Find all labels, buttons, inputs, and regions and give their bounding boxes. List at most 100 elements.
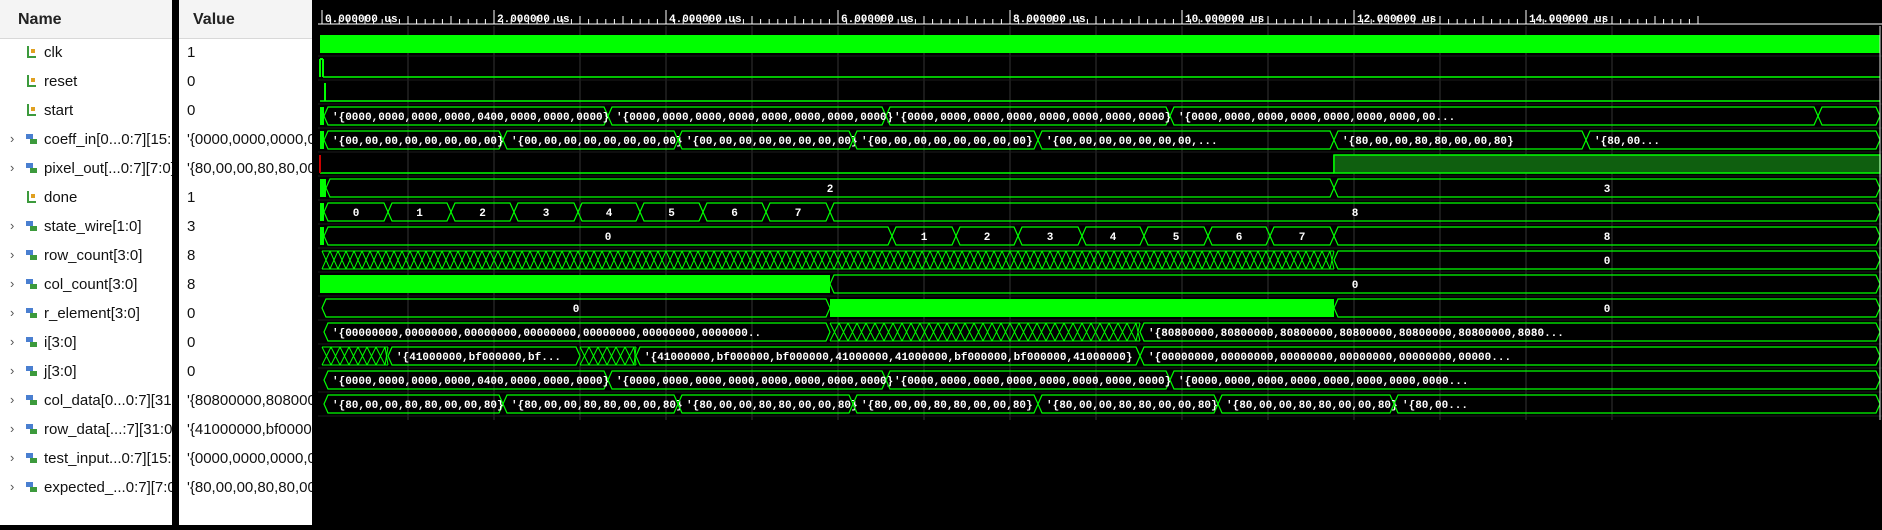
waveform-area[interactable]: 0.000000 us 2.000000 us 4.000000 us 6.00000…: [318, 0, 1882, 525]
signal-row[interactable]: › pixel_out[...0:7][7:0]: [0, 155, 175, 184]
bus-value-label: 8: [1352, 208, 1359, 220]
bus-value-label: 2: [827, 184, 834, 196]
bus-signal-icon: [26, 337, 37, 347]
expand-chevron-icon[interactable]: ›: [10, 218, 14, 233]
expand-chevron-icon[interactable]: ›: [10, 131, 14, 146]
name-column-header[interactable]: Name: [0, 0, 172, 39]
signal-value-row[interactable]: '{41000000,bf000000,bf000000,41000000,41…: [179, 416, 312, 445]
signal-value-row[interactable]: 1: [179, 39, 312, 68]
signal-value-row[interactable]: 0: [179, 68, 312, 97]
expand-chevron-icon[interactable]: ›: [10, 479, 14, 494]
signal-value-row[interactable]: 1: [179, 184, 312, 213]
expand-chevron-icon[interactable]: ›: [10, 305, 14, 320]
bus-value-label: '{41000000,bf000000,bf...: [396, 352, 561, 364]
bus-value-label: 1: [416, 208, 423, 220]
signal-name: r_element[3:0]: [44, 305, 140, 322]
signal-name: row_count[3:0]: [44, 247, 143, 264]
bus-signal-icon: [26, 453, 37, 463]
bus-signal-icon: [26, 250, 37, 260]
signal-row[interactable]: start: [0, 97, 172, 126]
bus-value-label: '{0000,0000,0000,0000,0000,0000,0000,000…: [894, 376, 1171, 388]
expand-chevron-icon[interactable]: ›: [10, 334, 14, 349]
waveform-canvas[interactable]: 0.000000 us 2.000000 us 4.000000 us 6.00000…: [318, 0, 1882, 525]
bus-value-label: '{80,00,00,80,80,00,00,80}: [1226, 400, 1398, 412]
signal-row[interactable]: clk: [0, 39, 172, 68]
signal-value-row[interactable]: '{0000,0000,0000,0000,0400,0000,0000,000…: [179, 445, 312, 474]
signal-value-row[interactable]: '{80,00,00,80,80,00,00,80}: [179, 155, 312, 184]
expand-chevron-icon[interactable]: ›: [10, 247, 14, 262]
bus-dense-block: [320, 275, 830, 293]
bus-value-label: 4: [606, 208, 613, 220]
signal-row[interactable]: › coeff_in[0...0:7][15:0]: [0, 126, 184, 155]
expand-chevron-icon[interactable]: ›: [10, 363, 14, 378]
timeline-label: 8.000000 us: [1013, 14, 1086, 26]
expand-chevron-icon[interactable]: ›: [10, 421, 14, 436]
bus-value-label: 0: [1604, 304, 1611, 316]
bus-value-label: '{80,00...: [1402, 400, 1468, 412]
bus-value-label: 3: [543, 208, 550, 220]
clock-waveform: [320, 35, 1880, 53]
expand-chevron-icon[interactable]: ›: [10, 160, 14, 175]
signal-value-row[interactable]: 8: [179, 242, 312, 271]
bus-signal-icon: [26, 308, 37, 318]
signal-value-row[interactable]: 0: [179, 329, 312, 358]
value-column-header[interactable]: Value: [179, 0, 312, 39]
bus-value-label: '{41000000,bf000000,bf000000,41000000,41…: [644, 352, 1132, 364]
signal-row[interactable]: › row_data[...:7][31:0]: [0, 416, 177, 445]
signal-row[interactable]: › col_count[3:0]: [0, 271, 172, 300]
name-column: Name clk reset start › coeff_in[0...0:7][15:…: [0, 0, 188, 525]
signal-value-row[interactable]: '{80,00,00,80,80,00,00,80}: [179, 474, 312, 503]
signal-value-row[interactable]: '{0000,0000,0000,0000,0400,0000,0000,000…: [179, 126, 312, 155]
bus-signal-icon: [26, 395, 37, 405]
signal-value: 8: [187, 247, 196, 264]
bus-value-label: '{0000,0000,0000,0000,0000,0000,0000,000…: [616, 112, 893, 124]
signal-name: coeff_in[0...0:7][15:0]: [44, 131, 184, 148]
signal-row[interactable]: reset: [0, 68, 172, 97]
signal-row[interactable]: › test_input...0:7][15:0]: [0, 445, 184, 474]
signal-value-row[interactable]: 8: [179, 271, 312, 300]
signal-value-row[interactable]: '{80800000,80800000,80800000,80800000,80…: [179, 387, 312, 416]
signal-row[interactable]: › j[3:0]: [0, 358, 172, 387]
signal-row[interactable]: › i[3:0]: [0, 329, 172, 358]
bus-signal-icon: [26, 134, 37, 144]
signal-row[interactable]: done: [0, 184, 172, 213]
bus-value-label: '{80800000,80800000,80800000,80800000,80…: [1148, 328, 1564, 340]
signal-row[interactable]: › col_data[0...0:7][31:0]: [0, 387, 188, 416]
signal-row[interactable]: › r_element[3:0]: [0, 300, 172, 329]
bus-value-label: '{0000,0000,0000,0000,0400,0000,0000,000…: [332, 376, 609, 388]
expand-chevron-icon[interactable]: ›: [10, 276, 14, 291]
bus-value-label: '{0000,0000,0000,0000,0000,0000,0000,00.…: [1178, 112, 1455, 124]
bus-value-label: '{80,00...: [1594, 136, 1660, 148]
bus-value-label: 5: [1173, 232, 1180, 244]
expand-chevron-icon[interactable]: ›: [10, 392, 14, 407]
signal-value: 0: [187, 363, 196, 380]
signal-row[interactable]: › state_wire[1:0]: [0, 213, 172, 242]
signal-name: state_wire[1:0]: [44, 218, 142, 235]
signal-value-row[interactable]: 0: [179, 97, 312, 126]
bit-signal-icon: [27, 191, 36, 203]
timeline-label: 0.000000 us: [325, 14, 398, 26]
bus-value-label: '{80,00,00,80,80,00,00,80}: [332, 400, 504, 412]
bus-dense-transitions: [321, 346, 389, 366]
signal-name-list: clk reset start › coeff_in[0...0:7][15:0] › pi…: [0, 39, 188, 503]
bus-value-label: 3: [1604, 184, 1611, 196]
signal-value-row[interactable]: 3: [179, 213, 312, 242]
signal-name: row_data[...:7][31:0]: [44, 421, 177, 438]
signal-value-row[interactable]: 0: [179, 300, 312, 329]
expand-chevron-icon[interactable]: ›: [10, 450, 14, 465]
signal-name: done: [44, 189, 78, 206]
bus-signal-icon: [26, 279, 37, 289]
signal-name: col_data[0...0:7][31:0]: [44, 392, 189, 409]
column-splitter[interactable]: [172, 0, 179, 525]
signal-row[interactable]: › expected_...0:7][7:0]: [0, 474, 180, 503]
signal-row[interactable]: › row_count[3:0]: [0, 242, 172, 271]
signal-name: col_count[3:0]: [44, 276, 138, 293]
signal-name: expected_...0:7][7:0]: [44, 479, 180, 496]
signal-name: start: [44, 102, 74, 119]
timeline-label: 2.000000 us: [497, 14, 570, 26]
bus-value-label: '{00,00,00,00,00,00,00,00}: [861, 136, 1033, 148]
bus-value-label: '{00,00,00,00,00,00,00,00}: [332, 136, 504, 148]
bus-value-label: '{0000,0000,0000,0000,0000,0000,0000,000…: [616, 376, 893, 388]
bus-value-label: '{80,00,00,80,80,00,00,80}: [511, 400, 683, 412]
signal-value-row[interactable]: 0: [179, 358, 312, 387]
